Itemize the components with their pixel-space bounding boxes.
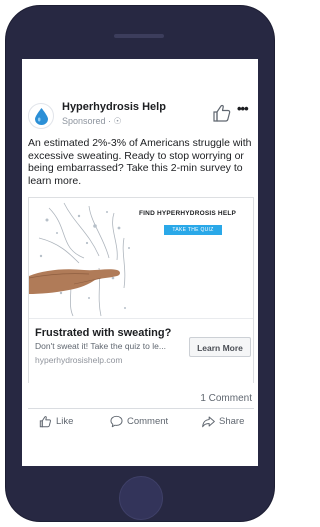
phone-speaker	[114, 34, 164, 38]
ad-image[interactable]: FIND HYPERHYDROSIS HELP TAKE THE QUIZ	[29, 198, 253, 318]
ad-card[interactable]: FIND HYPERHYDROSIS HELP TAKE THE QUIZ Fr…	[28, 197, 254, 383]
ad-title[interactable]: Frustrated with sweating?	[35, 327, 171, 339]
ad-description: Don't sweat it! Take the quiz to le...	[35, 341, 166, 351]
more-dots-icon[interactable]: •••	[237, 101, 249, 116]
post-header: Hyperhydrosis Help Sponsored · ☉ •••	[22, 99, 258, 131]
home-button[interactable]	[119, 476, 163, 520]
take-quiz-button[interactable]: TAKE THE QUIZ	[164, 225, 222, 235]
water-drop-icon	[35, 108, 48, 125]
post-text: An estimated 2%-3% of Americans struggle…	[28, 137, 252, 187]
phone-screen: Hyperhydrosis Help Sponsored · ☉ ••• An …	[22, 59, 258, 466]
page-avatar[interactable]	[28, 103, 54, 129]
share-label: Share	[219, 416, 245, 427]
sponsored-label: Sponsored · ☉	[62, 116, 122, 126]
like-label: Like	[56, 416, 74, 427]
share-arrow-icon	[202, 416, 215, 428]
thumbs-up-icon[interactable]	[212, 103, 232, 123]
ad-url[interactable]: hyperhydrosishelp.com	[35, 355, 122, 365]
ad-info[interactable]: Frustrated with sweating? Don't sweat it…	[29, 318, 253, 383]
speech-bubble-icon	[110, 415, 123, 428]
ad-image-headline: FIND HYPERHYDROSIS HELP	[139, 210, 237, 217]
divider	[28, 408, 254, 409]
comments-count[interactable]: 1 Comment	[200, 393, 252, 404]
comment-label: Comment	[127, 416, 169, 427]
page-name[interactable]: Hyperhydrosis Help	[62, 101, 166, 113]
share-button[interactable]: Share	[202, 414, 252, 432]
like-button[interactable]: Like	[39, 414, 89, 432]
phone-frame: Hyperhydrosis Help Sponsored · ☉ ••• An …	[6, 6, 274, 521]
comment-button[interactable]: Comment	[110, 414, 180, 432]
thumbs-up-icon	[39, 416, 51, 428]
learn-more-button[interactable]: Learn More	[189, 337, 251, 357]
